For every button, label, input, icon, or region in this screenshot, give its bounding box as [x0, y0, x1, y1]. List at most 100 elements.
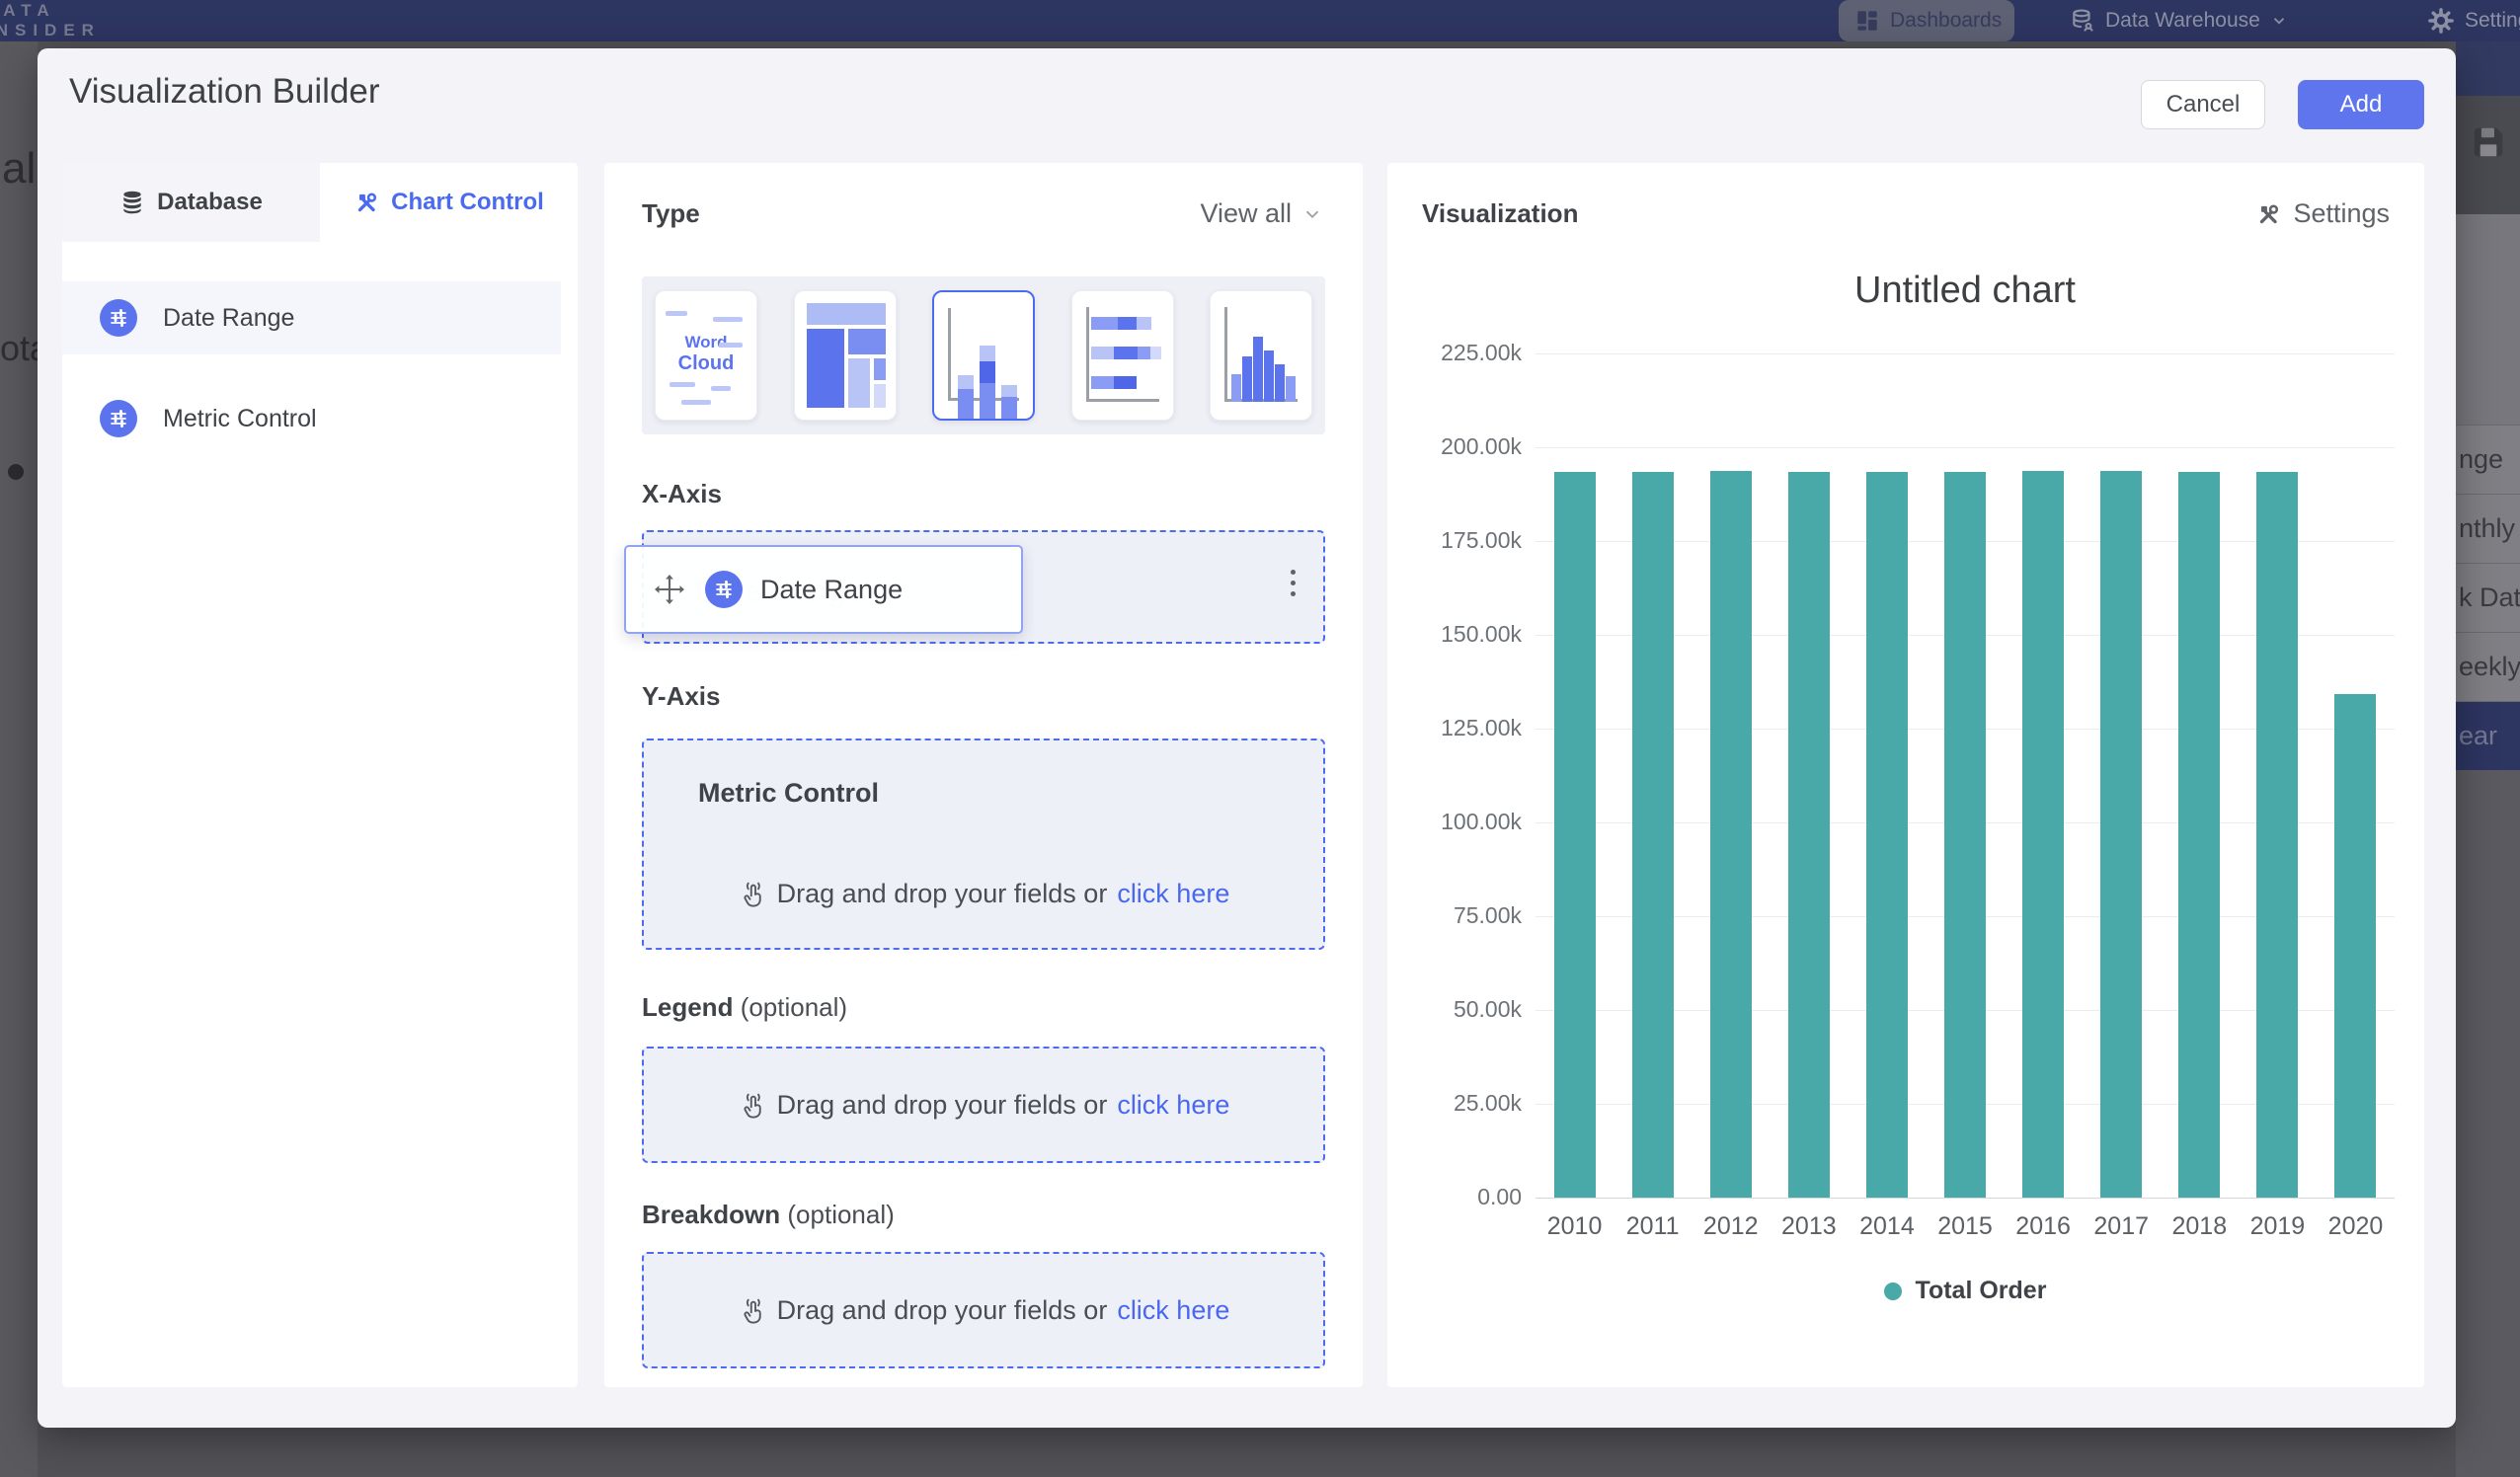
- brand-logo: DATA INSIDER: [0, 1, 101, 40]
- word-cloud-fragment: [681, 400, 711, 405]
- save-icon: [2470, 123, 2507, 161]
- nav-tab-data-warehouse[interactable]: Data Warehouse: [2070, 0, 2288, 41]
- view-all-button[interactable]: View all: [1200, 198, 1323, 229]
- tab-database[interactable]: Database: [62, 163, 320, 242]
- bar-glyph: [1091, 317, 1152, 330]
- histogram-bar-glyph: [1242, 356, 1252, 402]
- nav-tab-label: Settings: [2465, 9, 2520, 33]
- chart-bar: [2100, 471, 2142, 1198]
- type-section-label: Type: [642, 198, 700, 229]
- tap-hand-icon: [738, 880, 767, 909]
- word-cloud-fragment: [719, 343, 743, 348]
- word-cloud-fragment: [669, 382, 695, 387]
- x-tick-label: 2011: [1614, 1212, 1692, 1241]
- breakdown-section-label: Breakdown (optional): [642, 1200, 895, 1230]
- tap-hand-icon: [738, 1296, 767, 1326]
- click-here-link[interactable]: click here: [1117, 879, 1229, 909]
- tab-chart-control[interactable]: Chart Control: [320, 163, 578, 242]
- y-tick-label: 150.00k: [1405, 621, 1522, 648]
- nav-tab-settings[interactable]: Settings: [2427, 0, 2520, 41]
- histogram-bar-glyph: [1253, 337, 1263, 402]
- drop-hint-text: Drag and drop your fields or: [777, 1090, 1108, 1121]
- builder-panel: Type View all Word Cloud: [604, 163, 1363, 1387]
- background-menu-item: nthly: [2456, 494, 2520, 563]
- drop-hint-text: Drag and drop your fields or: [777, 879, 1108, 909]
- chart-bar: [1788, 472, 1830, 1198]
- background-menu-item: eekly: [2456, 632, 2520, 701]
- column-glyph: [958, 375, 974, 419]
- modal-title: Visualization Builder: [69, 72, 380, 112]
- y-axis-section-label: Y-Axis: [642, 681, 721, 712]
- sidebar-item-label: Metric Control: [163, 405, 317, 433]
- x-tick-label: 2012: [1692, 1212, 1770, 1241]
- column-glyph: [1001, 385, 1017, 419]
- y-tick-label: 0.00: [1405, 1184, 1522, 1210]
- background-text-fragment: al: [2, 144, 36, 194]
- control-sliders-icon: [100, 400, 137, 437]
- sidebar-item-date-range[interactable]: Date Range: [62, 281, 561, 354]
- breakdown-drop-zone[interactable]: Drag and drop your fields or click here: [642, 1252, 1325, 1368]
- nav-tab-dashboards[interactable]: Dashboards: [1839, 0, 2014, 41]
- word-cloud-fragment: [713, 317, 743, 322]
- click-here-link[interactable]: click here: [1117, 1295, 1229, 1326]
- treemap-block: [874, 358, 886, 380]
- chart-bar: [2256, 472, 2298, 1198]
- background-right-strip: ngenthlyk Dateeeklyear: [2456, 41, 2520, 1477]
- chart-x-axis-labels: 2010201120122013201420152016201720182019…: [1536, 1212, 2395, 1241]
- click-here-link[interactable]: click here: [1117, 1090, 1229, 1121]
- x-tick-label: 2010: [1536, 1212, 1614, 1241]
- x-tick-label: 2018: [2161, 1212, 2239, 1241]
- background-left-strip: al ota: [0, 41, 38, 1477]
- x-tick-label: 2020: [2317, 1212, 2395, 1241]
- x-tick-label: 2017: [2083, 1212, 2161, 1241]
- dragged-field-date-range[interactable]: Date Range: [624, 545, 1023, 634]
- chart-settings-label: Settings: [2293, 198, 2390, 229]
- background-menu-fragment: ngenthlyk Dateeeklyear: [2456, 425, 2520, 770]
- drop-hint: Drag and drop your fields or click here: [644, 879, 1323, 909]
- kebab-menu-icon[interactable]: [1291, 570, 1296, 596]
- visualization-header: Visualization: [1422, 198, 1578, 229]
- background-menu-item: nge: [2456, 425, 2520, 494]
- y-tick-label: 225.00k: [1405, 340, 1522, 366]
- add-button[interactable]: Add: [2298, 80, 2424, 129]
- background-text-fragment: ota: [0, 328, 38, 369]
- background-navy-block: [2456, 41, 2520, 96]
- cancel-button[interactable]: Cancel: [2141, 80, 2265, 129]
- control-sliders-icon: [100, 299, 137, 337]
- type-card-word-cloud[interactable]: Word Cloud: [655, 290, 757, 421]
- x-tick-label: 2015: [1926, 1212, 2004, 1241]
- move-icon: [652, 572, 687, 607]
- chart-settings-button[interactable]: Settings: [2255, 198, 2390, 229]
- background-toolbar-fragment: [2456, 96, 2520, 214]
- treemap-block: [874, 384, 886, 408]
- background-panel-fragment: [2456, 214, 2520, 425]
- chart-type-selector: Word Cloud: [642, 276, 1325, 434]
- nav-tab-label: Data Warehouse: [2105, 9, 2260, 33]
- type-card-treemap[interactable]: [794, 290, 897, 421]
- type-card-stacked-column[interactable]: [932, 290, 1035, 421]
- y-tick-label: 25.00k: [1405, 1090, 1522, 1117]
- y-tick-label: 175.00k: [1405, 527, 1522, 554]
- word-cloud-fragment: [711, 386, 731, 391]
- type-card-histogram[interactable]: [1210, 290, 1312, 421]
- x-tick-label: 2016: [2005, 1212, 2083, 1241]
- screen: DATA INSIDER Dashboards Data Warehouse S…: [0, 0, 2520, 1477]
- chart-bar: [1710, 471, 1752, 1198]
- x-tick-label: 2014: [1848, 1212, 1926, 1241]
- tab-label: Chart Control: [391, 189, 544, 216]
- histogram-bar-glyph: [1286, 376, 1296, 402]
- treemap-block: [807, 329, 844, 408]
- bar-glyph: [1091, 347, 1162, 359]
- y-tick-label: 200.00k: [1405, 433, 1522, 460]
- treemap-block: [848, 358, 870, 408]
- fields-panel-tabs: Database Chart Control: [62, 163, 578, 242]
- sidebar-item-label: Date Range: [163, 304, 294, 333]
- type-card-stacked-bar[interactable]: [1071, 290, 1174, 421]
- legend-marker: [1884, 1283, 1902, 1300]
- sidebar-item-metric-control[interactable]: Metric Control: [62, 382, 561, 455]
- column-glyph: [980, 346, 995, 419]
- legend-drop-zone[interactable]: Drag and drop your fields or click here: [642, 1047, 1325, 1163]
- y-axis-drop-zone[interactable]: Metric Control Drag and drop your fields…: [642, 738, 1325, 950]
- database-icon: [119, 190, 145, 215]
- histogram-bar-glyph: [1275, 364, 1285, 402]
